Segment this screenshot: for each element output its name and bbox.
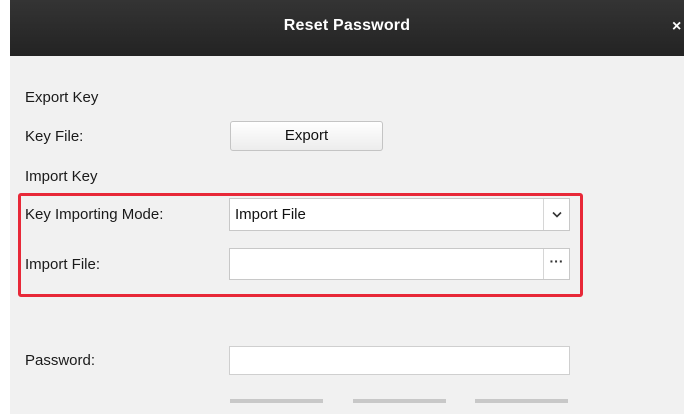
password-input[interactable] — [229, 346, 570, 375]
export-key-heading: Export Key — [25, 89, 99, 106]
password-strength-bar-medium — [353, 399, 446, 403]
import-key-heading: Import Key — [25, 168, 98, 185]
key-importing-mode-value: Import File — [235, 206, 306, 223]
ellipsis-icon[interactable]: ··· — [543, 249, 569, 279]
password-strength-bar-weak — [230, 399, 323, 403]
import-file-field[interactable]: ··· — [229, 248, 570, 280]
close-icon[interactable]: × — [672, 19, 684, 35]
password-label: Password: — [25, 352, 96, 369]
chevron-down-icon[interactable] — [543, 199, 569, 230]
key-importing-mode-select[interactable]: Import File — [229, 198, 570, 231]
reset-password-dialog: Reset Password × Export Key Key File: Ex… — [10, 0, 684, 414]
dialog-title: Reset Password — [283, 17, 411, 34]
key-file-label: Key File: — [25, 128, 84, 145]
key-importing-mode-label: Key Importing Mode: — [25, 206, 164, 223]
import-file-input[interactable] — [230, 249, 542, 279]
password-strength-bar-strong — [475, 399, 568, 403]
dialog-titlebar[interactable]: Reset Password × — [10, 0, 684, 56]
import-file-label: Import File: — [25, 256, 101, 273]
export-button[interactable]: Export — [230, 121, 383, 151]
